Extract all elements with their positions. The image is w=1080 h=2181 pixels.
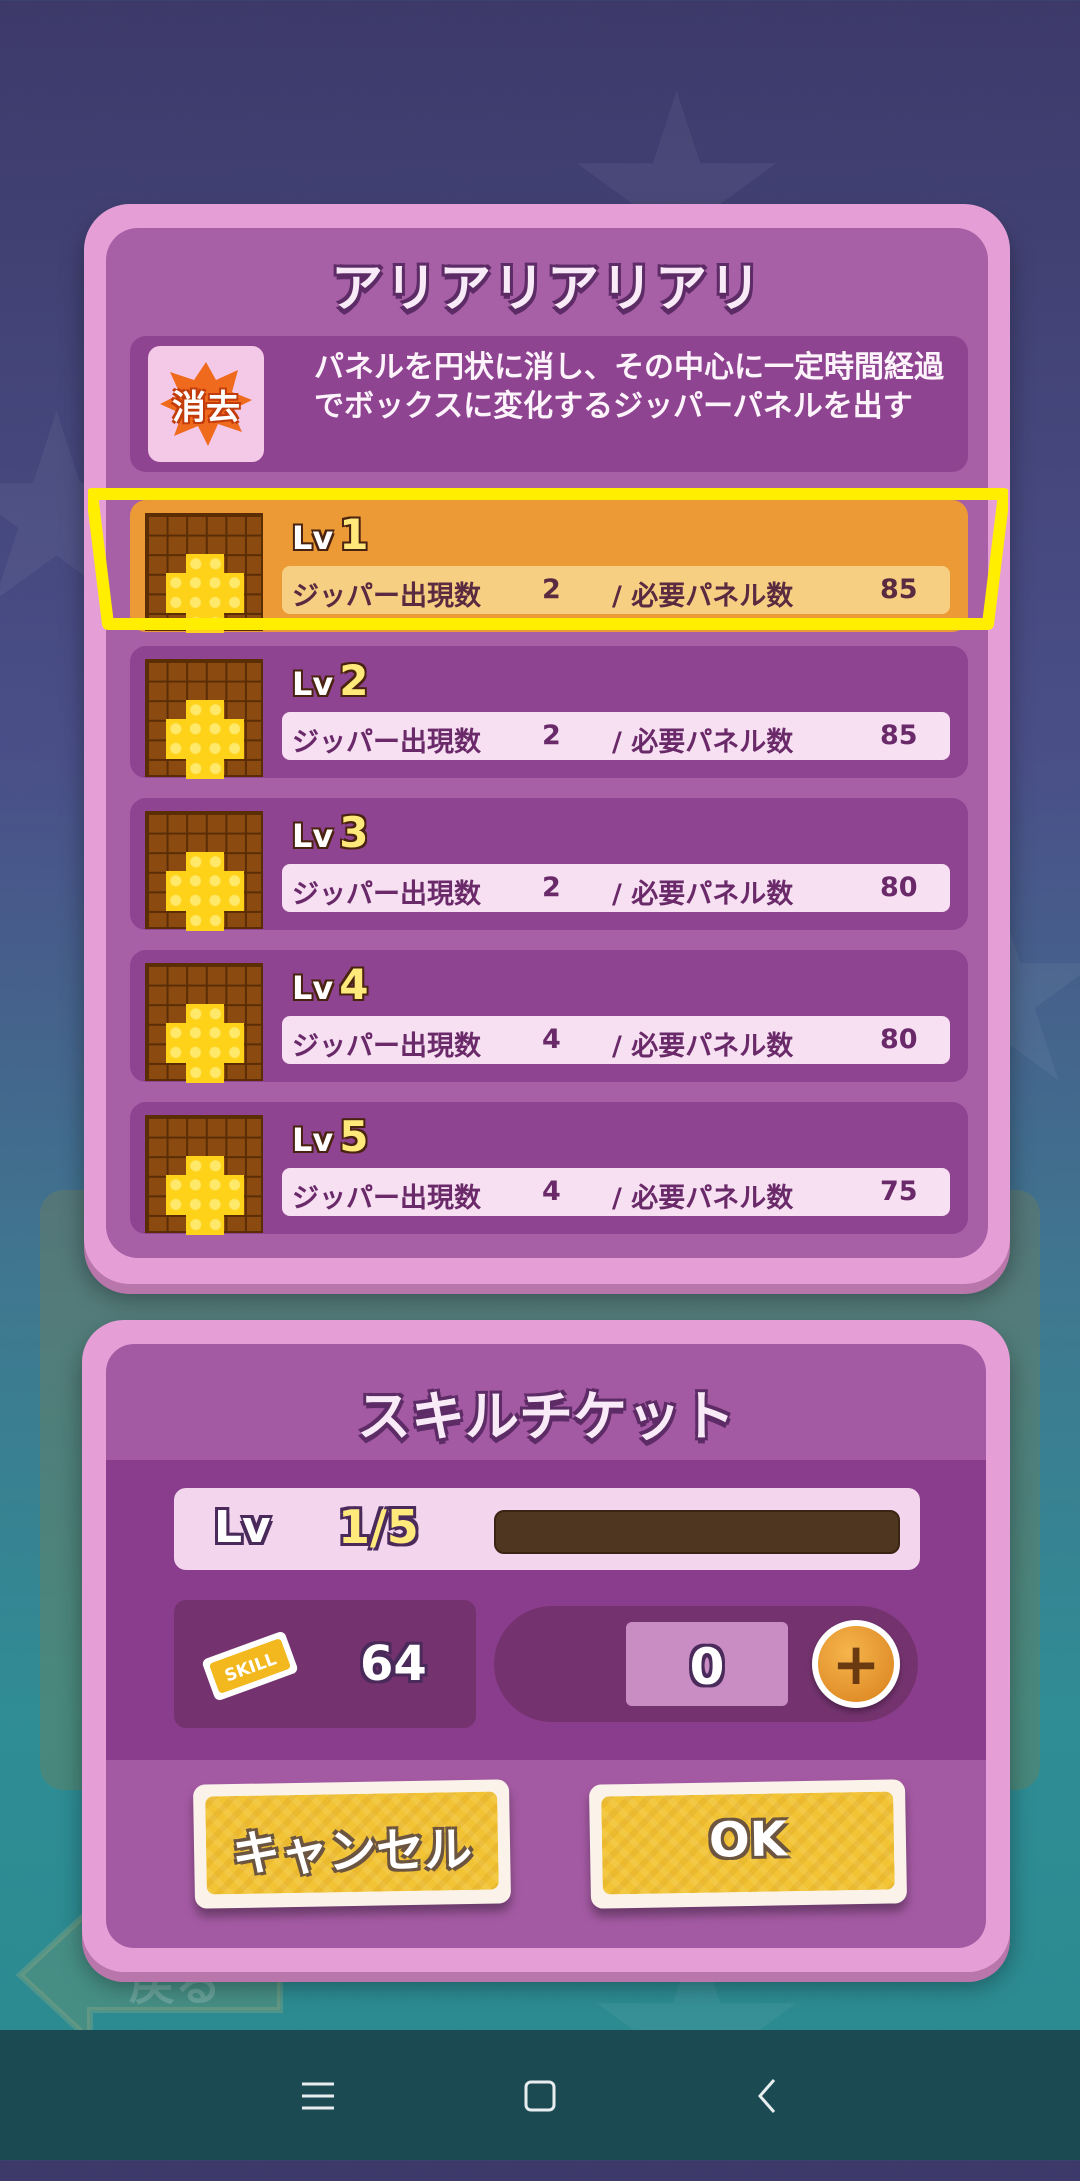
level-label: Lv 5 [292,1112,369,1161]
ticket-use-value: 0 [689,1638,725,1696]
level-row-4[interactable]: Lv 4 ジッパー出現数 4 / 必要パネル数 80 [130,950,968,1083]
ticket-use-selector: 0 + [494,1606,918,1722]
level-progress-value: 1/5 [338,1500,419,1554]
system-nav-bar [0,2030,1080,2160]
ticket-title-band: スキルチケット [106,1344,986,1460]
add-ticket-button[interactable]: + [812,1620,900,1708]
level-row-3[interactable]: Lv 3 ジッパー出現数 2 / 必要パネル数 80 [130,798,968,931]
level-row-2[interactable]: Lv 2 ジッパー出現数 2 / 必要パネル数 85 [130,646,968,779]
skill-erase-icon: 消去 [148,346,264,462]
skill-description-box: 消去 パネルを円状に消し、その中心に一定時間経過でボックスに変化するジッパーパネ… [130,336,968,472]
level-label: Lv 2 [292,656,369,705]
skill-icon-label: 消去 [172,388,240,428]
level-stats: ジッパー出現数 4 / 必要パネル数 80 [282,1016,950,1064]
plus-icon: + [831,1630,881,1698]
level-progress-bar [494,1510,900,1554]
back-icon[interactable] [738,2068,798,2124]
level-stats: ジッパー出現数 4 / 必要パネル数 75 [282,1168,950,1216]
zipper-cross-icon [145,513,263,633]
ok-label: OK [708,1811,788,1869]
level-label: Lv 1 [292,510,369,559]
skill-ticket-icon: SKILL [202,1631,298,1701]
ticket-inventory: SKILL 64 [174,1600,476,1728]
ticket-title: スキルチケット [357,1385,735,1448]
home-icon[interactable] [510,2068,570,2124]
skill-title: アリアリアリアリ [330,259,763,319]
ticket-use-field[interactable]: 0 [626,1622,788,1706]
zipper-cross-icon [145,811,263,931]
zipper-cross-icon [145,963,263,1083]
level-progress-label: Lv [214,1502,271,1553]
level-row-1[interactable]: Lv 1 ジッパー出現数 2 / 必要パネル数 85 [130,500,968,633]
level-stats: ジッパー出現数 2 / 必要パネル数 85 [282,712,950,760]
level-row-5[interactable]: Lv 5 ジッパー出現数 4 / 必要パネル数 75 [130,1102,968,1235]
ticket-count: 64 [360,1636,427,1692]
zipper-cross-icon [145,1115,263,1235]
level-stats: ジッパー出現数 2 / 必要パネル数 85 [282,566,950,614]
level-stats: ジッパー出現数 2 / 必要パネル数 80 [282,864,950,912]
menu-icon[interactable] [288,2068,348,2124]
cancel-button[interactable]: キャンセル [192,1779,512,1909]
skill-level-progress: Lv 1/5 [174,1488,920,1570]
cancel-label: キャンセル [231,1821,473,1883]
ok-button[interactable]: OK [588,1779,908,1909]
skill-description: パネルを円状に消し、その中心に一定時間経過でボックスに変化するジッパーパネルを出… [314,350,944,424]
level-label: Lv 3 [292,808,369,857]
level-label: Lv 4 [292,960,369,1009]
zipper-cross-icon [145,659,263,779]
